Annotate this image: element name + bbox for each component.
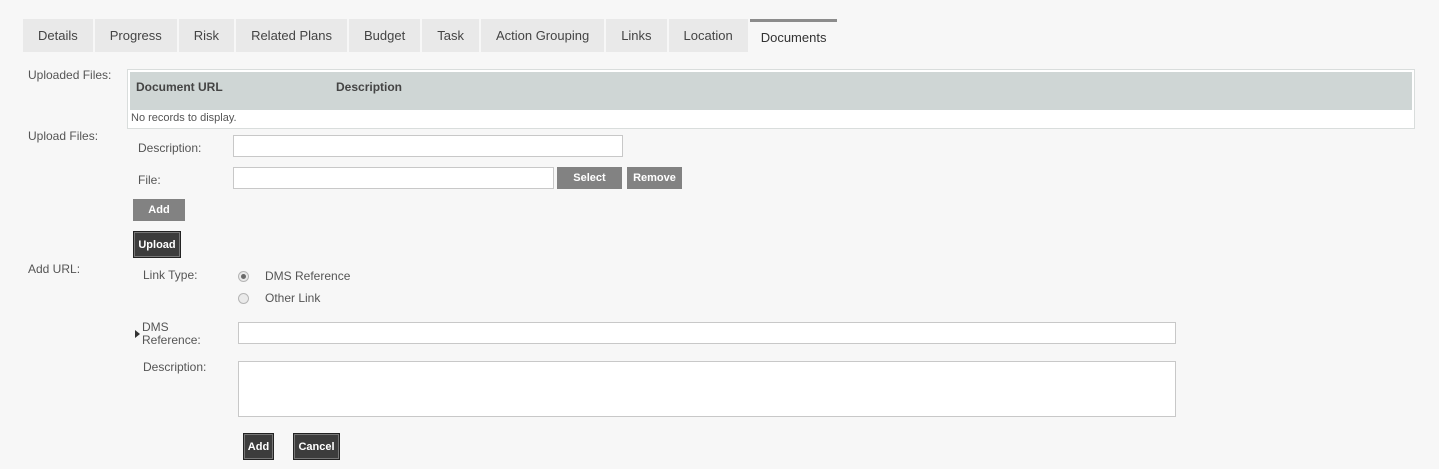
tab-links[interactable]: Links — [606, 19, 669, 52]
tab-related-plans[interactable]: Related Plans — [236, 19, 350, 52]
empty-grid-message: No records to display. — [131, 112, 237, 124]
cancel-button[interactable]: Cancel — [293, 433, 340, 460]
tab-documents[interactable]: Documents — [749, 19, 838, 52]
tab-risk[interactable]: Risk — [178, 19, 237, 52]
column-header-document-url[interactable]: Document URL — [136, 80, 223, 94]
tab-budget[interactable]: Budget — [349, 19, 423, 52]
tab-bar: Details Progress Risk Related Plans Budg… — [23, 19, 838, 52]
tab-details[interactable]: Details — [23, 19, 95, 52]
add-url-label: Add URL: — [28, 262, 81, 276]
dms-reference-label-line2: Reference: — [142, 333, 201, 347]
add-file-button[interactable]: Add — [133, 199, 185, 221]
column-header-description[interactable]: Description — [336, 80, 402, 94]
tab-action-grouping[interactable]: Action Grouping — [480, 19, 607, 52]
uploaded-files-label: Uploaded Files: — [28, 68, 112, 82]
tab-task[interactable]: Task — [422, 19, 481, 52]
select-file-button[interactable]: Select — [557, 167, 622, 189]
url-description-label: Description: — [143, 360, 207, 374]
uploaded-files-grid: Document URL Description No records to d… — [127, 69, 1415, 129]
grid-header: Document URL Description — [130, 72, 1412, 110]
add-url-button[interactable]: Add — [243, 433, 274, 460]
dms-reference-radio[interactable] — [238, 271, 249, 282]
file-label: File: — [138, 173, 161, 187]
tab-progress[interactable]: Progress — [94, 19, 179, 52]
url-description-textarea[interactable] — [238, 361, 1176, 417]
link-type-label: Link Type: — [143, 268, 198, 282]
tab-location[interactable]: Location — [668, 19, 750, 52]
upload-files-label: Upload Files: — [28, 129, 99, 143]
upload-description-label: Description: — [138, 141, 202, 155]
dms-reference-option-label[interactable]: DMS Reference — [265, 269, 350, 283]
remove-file-button[interactable]: Remove — [627, 167, 682, 189]
upload-button[interactable]: Upload — [133, 231, 181, 258]
file-input[interactable] — [233, 167, 554, 189]
upload-description-input[interactable] — [233, 135, 623, 157]
required-marker-icon — [135, 330, 140, 338]
dms-reference-label: DMS Reference: — [142, 321, 201, 347]
dms-reference-label-line1: DMS — [142, 320, 169, 334]
other-link-radio[interactable] — [238, 293, 249, 304]
other-link-option-label[interactable]: Other Link — [265, 291, 320, 305]
dms-reference-input[interactable] — [238, 322, 1176, 344]
